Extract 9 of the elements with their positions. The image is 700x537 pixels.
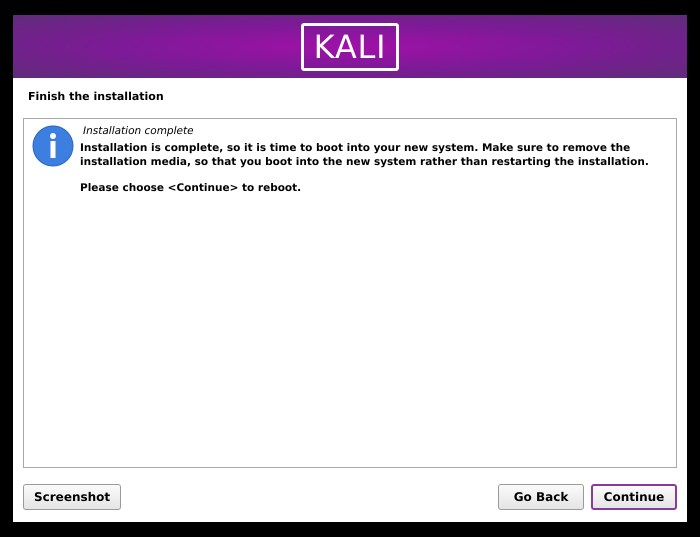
dialog-button[interactable]: Go Back [498, 484, 584, 510]
message-hint: Please choose <Continue> to reboot. [80, 181, 302, 196]
page-title: Finish the installation [27, 89, 165, 105]
message-text: Installation is complete, so it is time to boot into your new system. Make sure to remove the installation media, so that you boot into the new system rather than restarting the installation. [80, 141, 650, 170]
dialog-button[interactable]: Continue [591, 484, 677, 510]
dialog-button[interactable]: Screenshot [23, 484, 122, 510]
info-icon [32, 124, 74, 166]
message-heading: Installation complete [82, 124, 195, 138]
logo: KALI [300, 22, 400, 70]
